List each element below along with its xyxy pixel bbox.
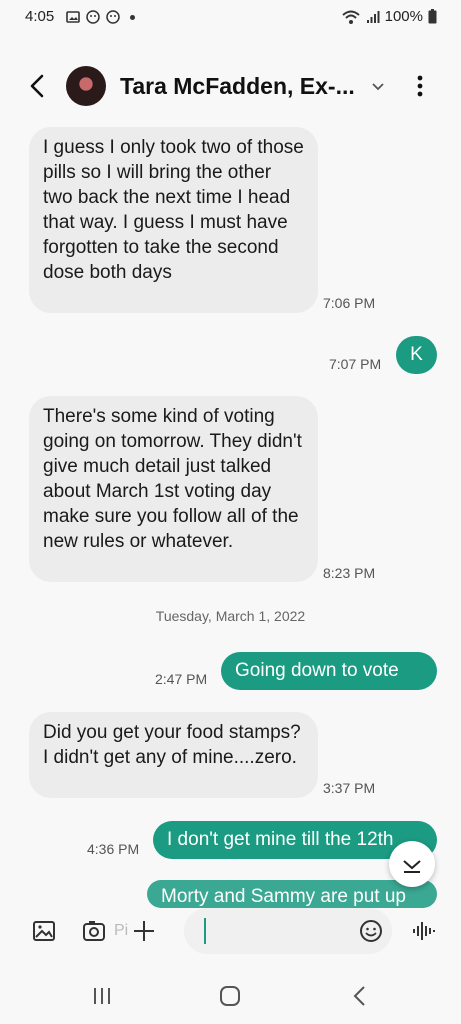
scroll-to-bottom-button[interactable] [389, 841, 435, 887]
compose-ghost-text: Pi [114, 922, 129, 939]
text-cursor [204, 918, 206, 944]
add-attachment-icon[interactable] [131, 918, 157, 944]
battery-level: 100% [384, 8, 423, 25]
face-notification-icon [106, 10, 120, 24]
conversation-header: Tara McFadden, Ex-... [0, 58, 461, 114]
recent-apps-icon[interactable] [88, 982, 116, 1010]
more-notifications-dot [130, 14, 135, 20]
message-timestamp: 4:36 PM [87, 841, 140, 857]
status-right: 100% [341, 8, 437, 25]
emoji-icon[interactable] [358, 918, 384, 944]
voice-recorder-icon[interactable] [410, 918, 436, 944]
back-nav-icon[interactable] [346, 982, 374, 1010]
contact-avatar[interactable] [66, 66, 106, 106]
signal-icon [366, 10, 380, 23]
contact-name[interactable]: Tara McFadden, Ex-... [120, 73, 355, 100]
status-bar: 4:05 100% [0, 0, 461, 34]
chevron-down-icon[interactable] [370, 78, 386, 94]
chevron-down-icon [403, 860, 421, 873]
gallery-icon[interactable] [31, 918, 57, 944]
message-timestamp: 7:07 PM [329, 356, 382, 372]
message-timestamp: 2:47 PM [155, 671, 208, 687]
system-navigation-bar [0, 968, 461, 1024]
incoming-message[interactable]: There's some kind of voting going on tom… [29, 396, 318, 582]
message-timestamp: 7:06 PM [323, 295, 376, 311]
wifi-icon [341, 10, 360, 24]
compose-bar [0, 904, 461, 964]
incoming-message[interactable]: Did you get your food stamps? I didn't g… [29, 712, 318, 798]
outgoing-message[interactable]: Going down to vote [221, 652, 437, 690]
incoming-message[interactable]: I guess I only took two of those pills s… [29, 127, 318, 313]
gallery-notification-icon [66, 11, 80, 23]
message-timestamp: 3:37 PM [323, 780, 376, 796]
face-notification-icon [86, 10, 100, 24]
more-options-icon[interactable] [408, 72, 432, 100]
notification-icons [66, 10, 135, 24]
camera-icon[interactable] [81, 918, 107, 944]
back-icon[interactable] [24, 70, 52, 102]
outgoing-message[interactable]: K [396, 336, 437, 374]
home-icon[interactable] [216, 982, 244, 1010]
status-time: 4:05 [25, 8, 55, 25]
battery-icon [428, 9, 437, 24]
date-separator: Tuesday, March 1, 2022 [155, 608, 306, 624]
message-timestamp: 8:23 PM [323, 565, 376, 581]
